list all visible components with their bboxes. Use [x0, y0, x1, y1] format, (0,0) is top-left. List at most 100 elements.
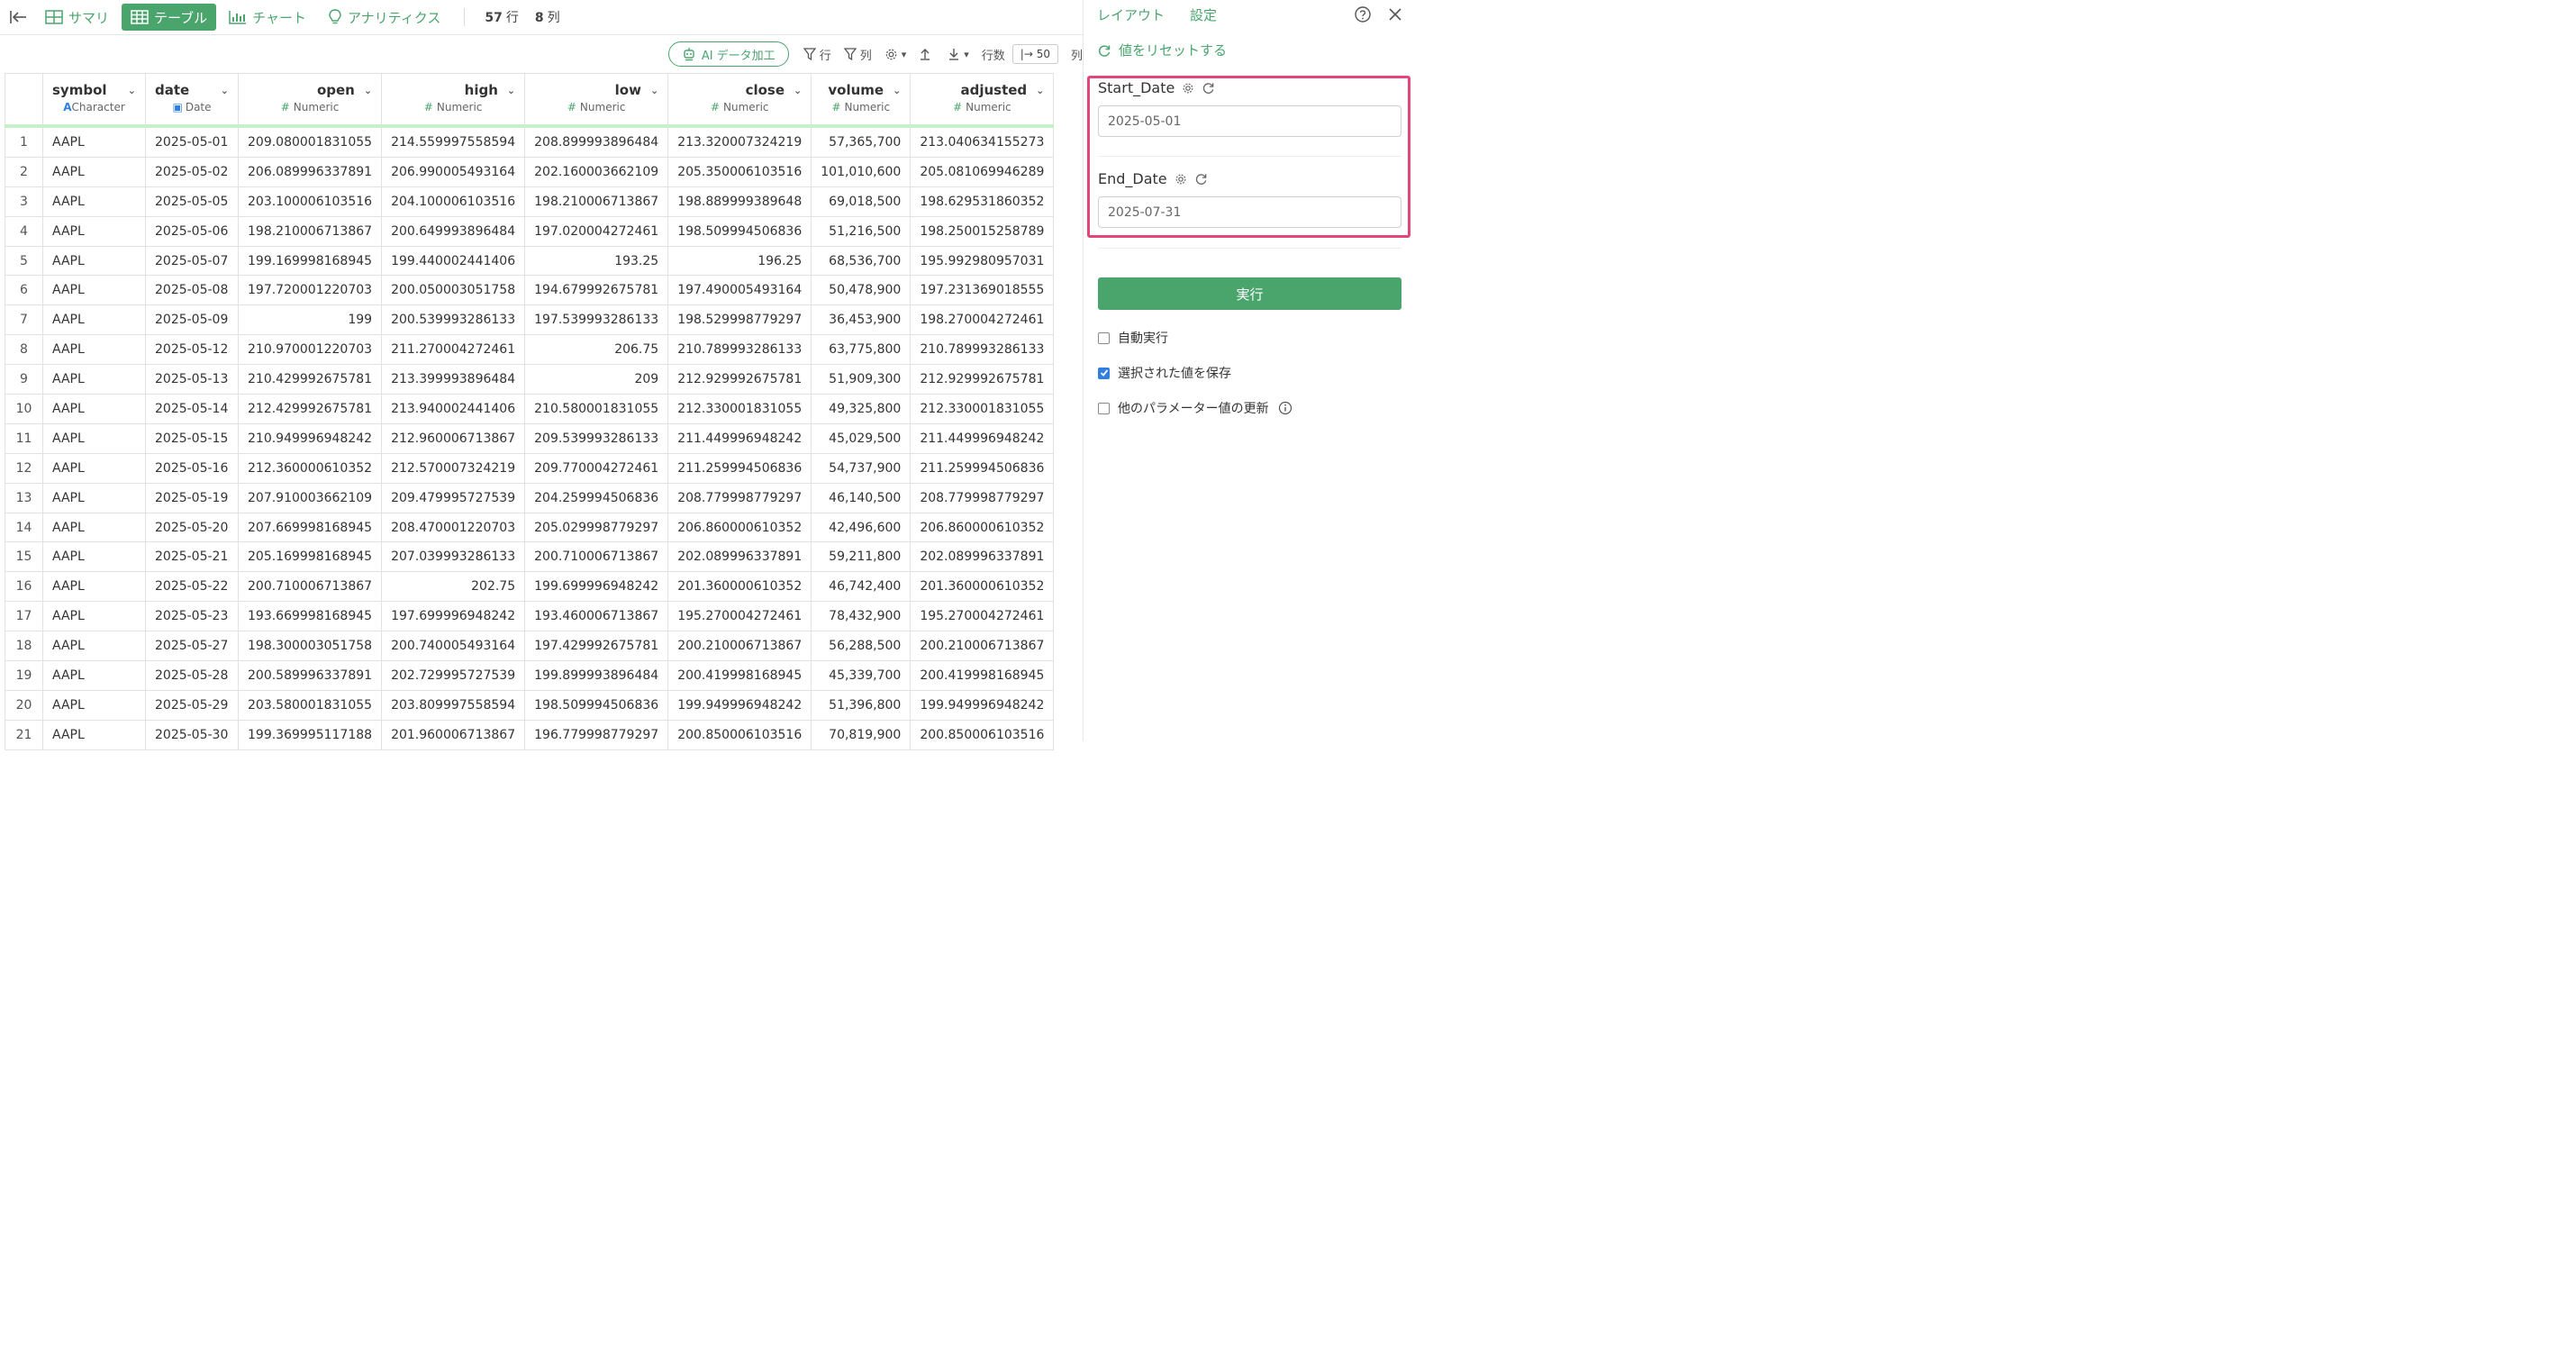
table-cell[interactable]: 2025-05-07	[145, 245, 239, 277]
table-cell[interactable]: 206.990005493164	[381, 156, 526, 187]
table-cell[interactable]: AAPL	[42, 245, 146, 277]
table-cell[interactable]: 2025-05-30	[145, 719, 239, 750]
table-cell[interactable]: 203.580001831055	[237, 689, 383, 721]
table-cell[interactable]: 101,010,600	[811, 156, 912, 187]
start-date-input[interactable]: 2025-05-01	[1098, 105, 1401, 137]
table-cell[interactable]: 205.081069946289	[910, 156, 1055, 187]
table-cell[interactable]: AAPL	[42, 156, 146, 187]
chevron-down-icon[interactable]: ⌄	[507, 85, 515, 96]
table-cell[interactable]: AAPL	[42, 334, 146, 366]
table-cell[interactable]: 200.419998168945	[910, 660, 1055, 691]
tab-summary[interactable]: サマリ	[36, 4, 118, 31]
upload-button[interactable]	[919, 48, 935, 60]
table-cell[interactable]: 208.899993896484	[524, 125, 669, 158]
filter-column-button[interactable]: 列	[843, 46, 872, 63]
table-cell[interactable]: 205.169998168945	[237, 541, 383, 573]
settings-dropdown-button[interactable]: ▾	[884, 48, 906, 61]
table-cell[interactable]: 208.779998779297	[667, 482, 812, 513]
table-cell[interactable]: 206.860000610352	[667, 512, 812, 543]
table-cell[interactable]: AAPL	[42, 512, 146, 543]
table-cell[interactable]: 198.250015258789	[910, 215, 1055, 247]
checkbox-icon[interactable]	[1098, 402, 1110, 414]
table-cell[interactable]: 193.25	[524, 245, 669, 277]
table-cell[interactable]: 197.720001220703	[237, 275, 383, 306]
table-cell[interactable]: 212.570007324219	[381, 452, 526, 484]
table-cell[interactable]: 2025-05-28	[145, 660, 239, 691]
table-cell[interactable]: 199.949996948242	[910, 689, 1055, 721]
close-icon[interactable]	[1388, 7, 1402, 22]
table-cell[interactable]: 199.949996948242	[667, 689, 812, 721]
table-cell[interactable]: 193.460006713867	[524, 601, 669, 632]
table-cell[interactable]: 51,909,300	[811, 364, 912, 395]
column-header-close[interactable]: close ⌄ # Numeric	[667, 73, 812, 128]
table-cell[interactable]: 69,018,500	[811, 186, 912, 217]
table-cell[interactable]: 68,536,700	[811, 245, 912, 277]
refresh-icon[interactable]	[1194, 172, 1208, 186]
checkbox-icon[interactable]	[1098, 331, 1110, 344]
table-cell[interactable]: AAPL	[42, 719, 146, 750]
table-cell[interactable]: 2025-05-13	[145, 364, 239, 395]
table-cell[interactable]: 202.089996337891	[910, 541, 1055, 573]
table-cell[interactable]: 51,396,800	[811, 689, 912, 721]
table-cell[interactable]: 199.699996948242	[524, 571, 669, 603]
table-cell[interactable]: 200.210006713867	[910, 631, 1055, 662]
table-cell[interactable]: 200.210006713867	[667, 631, 812, 662]
table-cell[interactable]: AAPL	[42, 215, 146, 247]
table-cell[interactable]: 2025-05-27	[145, 631, 239, 662]
table-cell[interactable]: 209.539993286133	[524, 422, 669, 454]
table-cell[interactable]: 2025-05-22	[145, 571, 239, 603]
table-cell[interactable]: 203.100006103516	[237, 186, 383, 217]
table-cell[interactable]: 194.679992675781	[524, 275, 669, 306]
table-cell[interactable]: AAPL	[42, 541, 146, 573]
filter-row-button[interactable]: 行	[803, 46, 831, 63]
table-cell[interactable]: 211.449996948242	[667, 422, 812, 454]
table-cell[interactable]: AAPL	[42, 186, 146, 217]
end-date-input[interactable]: 2025-07-31	[1098, 196, 1401, 228]
table-cell[interactable]: 201.360000610352	[910, 571, 1055, 603]
chevron-down-icon[interactable]: ⌄	[893, 85, 901, 96]
tab-layout[interactable]: レイアウト	[1097, 5, 1165, 24]
table-cell[interactable]: 2025-05-02	[145, 156, 239, 187]
table-cell[interactable]: 202.729995727539	[381, 660, 526, 691]
table-cell[interactable]: 2025-05-20	[145, 512, 239, 543]
table-cell[interactable]: 210.970001220703	[237, 334, 383, 366]
table-cell[interactable]: 59,211,800	[811, 541, 912, 573]
collapse-back-button[interactable]	[4, 3, 32, 32]
table-cell[interactable]: 56,288,500	[811, 631, 912, 662]
table-cell[interactable]: 210.949996948242	[237, 422, 383, 454]
table-cell[interactable]: 208.470001220703	[381, 512, 526, 543]
table-cell[interactable]: 212.330001831055	[667, 394, 812, 424]
help-icon[interactable]	[1354, 5, 1372, 23]
table-cell[interactable]: 209.770004272461	[524, 452, 669, 484]
table-cell[interactable]: 45,029,500	[811, 422, 912, 454]
table-cell[interactable]: AAPL	[42, 422, 146, 454]
table-cell[interactable]: 200.850006103516	[910, 719, 1055, 750]
table-cell[interactable]: 198.270004272461	[910, 304, 1055, 336]
table-cell[interactable]: 209.080001831055	[237, 125, 383, 158]
table-cell[interactable]: 202.75	[381, 571, 526, 603]
chevron-down-icon[interactable]: ⌄	[128, 85, 136, 96]
table-cell[interactable]: 198.210006713867	[237, 215, 383, 247]
table-cell[interactable]: AAPL	[42, 394, 146, 424]
table-cell[interactable]: 198.509994506836	[667, 215, 812, 247]
table-cell[interactable]: 199.169998168945	[237, 245, 383, 277]
table-cell[interactable]: 2025-05-23	[145, 601, 239, 632]
table-cell[interactable]: 201.360000610352	[667, 571, 812, 603]
table-cell[interactable]: 45,339,700	[811, 660, 912, 691]
table-cell[interactable]: 2025-05-12	[145, 334, 239, 366]
table-cell[interactable]: 2025-05-16	[145, 452, 239, 484]
chevron-down-icon[interactable]: ⌄	[794, 85, 802, 96]
table-cell[interactable]: 199	[237, 304, 383, 336]
table-cell[interactable]: 203.809997558594	[381, 689, 526, 721]
table-cell[interactable]: 54,737,900	[811, 452, 912, 484]
table-cell[interactable]: 193.669998168945	[237, 601, 383, 632]
auto-run-checkbox[interactable]: 自動実行	[1098, 329, 1168, 347]
table-cell[interactable]: 209.479995727539	[381, 482, 526, 513]
table-cell[interactable]: 2025-05-21	[145, 541, 239, 573]
table-cell[interactable]: 42,496,600	[811, 512, 912, 543]
table-cell[interactable]: 196.779998779297	[524, 719, 669, 750]
table-cell[interactable]: 210.429992675781	[237, 364, 383, 395]
table-cell[interactable]: AAPL	[42, 304, 146, 336]
table-cell[interactable]: 207.039993286133	[381, 541, 526, 573]
table-cell[interactable]: 206.75	[524, 334, 669, 366]
